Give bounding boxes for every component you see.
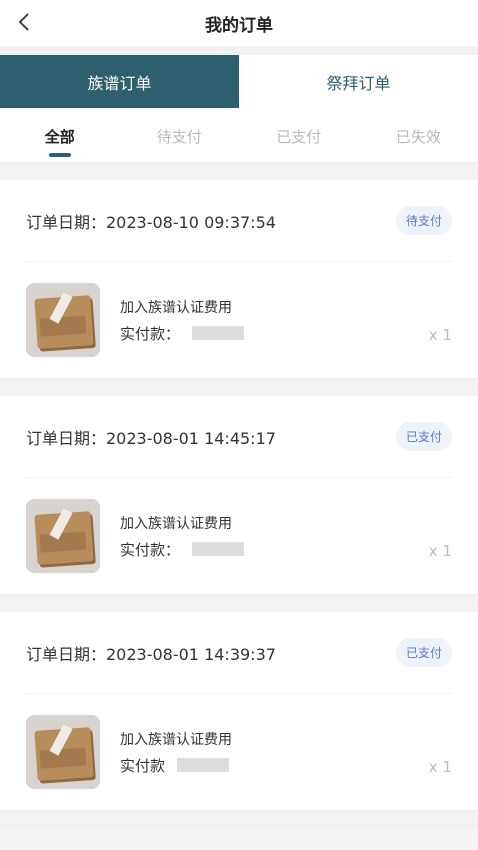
nav-header: 我的订单: [0, 0, 478, 46]
tab-paid-label: 已支付: [276, 128, 322, 146]
price-redacted: [192, 326, 245, 340]
divider: [0, 46, 478, 55]
tab-pending[interactable]: 待支付: [120, 108, 240, 162]
status-badge: 已支付: [395, 422, 452, 451]
order-header: 订单日期：2023-08-01 14:39:37 已支付: [26, 612, 452, 694]
divider: [0, 162, 478, 180]
tab-genealogy-orders[interactable]: 族谱订单: [0, 55, 239, 108]
quantity: x 1: [428, 542, 452, 560]
order-date: 订单日期：2023-08-10 09:37:54: [26, 212, 276, 232]
page-title: 我的订单: [205, 15, 273, 36]
divider: [0, 594, 478, 612]
tab-expired[interactable]: 已失效: [359, 108, 478, 162]
price-row: 实付款：: [120, 323, 452, 344]
order-item: 加入族谱认证费用 实付款： x 1: [26, 262, 452, 378]
divider: [0, 810, 478, 828]
tab-paid[interactable]: 已支付: [239, 108, 359, 162]
order-card[interactable]: 订单日期：2023-08-10 09:37:54 待支付 加入族谱认证费用 实付…: [0, 180, 478, 378]
quantity: x 1: [428, 326, 452, 344]
order-card[interactable]: 订单日期：2023-08-01 14:39:37 已支付 加入族谱认证费用 实付…: [0, 612, 478, 810]
price-label: 实付款：: [120, 540, 181, 559]
product-thumbnail: [26, 283, 100, 357]
order-item: 加入族谱认证费用 实付款： x 1: [26, 478, 452, 594]
order-header: 订单日期：2023-08-01 14:45:17 已支付: [26, 396, 452, 478]
product-name: 加入族谱认证费用: [120, 299, 232, 316]
quantity: x 1: [428, 758, 452, 776]
product-info: 加入族谱认证费用 实付款：: [120, 297, 452, 344]
order-header: 订单日期：2023-08-10 09:37:54 待支付: [26, 180, 452, 262]
tab-worship-orders[interactable]: 祭拜订单: [239, 55, 478, 108]
chevron-left-icon[interactable]: [10, 8, 38, 36]
order-date: 订单日期：2023-08-01 14:45:17: [26, 428, 276, 448]
price-redacted: [177, 758, 230, 772]
tab-pending-label: 待支付: [156, 128, 202, 146]
price-row: 实付款：: [120, 539, 452, 560]
order-date: 订单日期：2023-08-01 14:39:37: [26, 644, 276, 664]
order-item: 加入族谱认证费用 实付款 x 1: [26, 694, 452, 810]
product-thumbnail: [26, 715, 100, 789]
price-label: 实付款：: [120, 324, 181, 343]
price-redacted: [192, 542, 245, 556]
main-tabs: 族谱订单 祭拜订单: [0, 55, 478, 108]
product-name: 加入族谱认证费用: [120, 731, 232, 748]
status-badge: 已支付: [395, 638, 452, 667]
tab-expired-label: 已失效: [395, 128, 441, 146]
order-card[interactable]: 订单日期：2023-08-01 14:45:17 已支付 加入族谱认证费用 实付…: [0, 396, 478, 594]
product-info: 加入族谱认证费用 实付款：: [120, 513, 452, 560]
divider: [0, 378, 478, 396]
status-tabs: 全部 待支付 已支付 已失效: [0, 108, 478, 162]
status-badge: 待支付: [395, 206, 452, 235]
price-row: 实付款: [120, 755, 452, 776]
product-info: 加入族谱认证费用 实付款: [120, 729, 452, 776]
order-page: 我的订单 族谱订单 祭拜订单 全部 待支付 已支付 已失效 订单日期：2023-…: [0, 0, 478, 850]
product-thumbnail: [26, 499, 100, 573]
tab-all[interactable]: 全部: [0, 108, 120, 162]
tab-all-label: 全部: [44, 128, 75, 146]
price-label: 实付款: [120, 756, 166, 775]
active-tab-indicator: [48, 153, 71, 157]
product-name: 加入族谱认证费用: [120, 515, 232, 532]
